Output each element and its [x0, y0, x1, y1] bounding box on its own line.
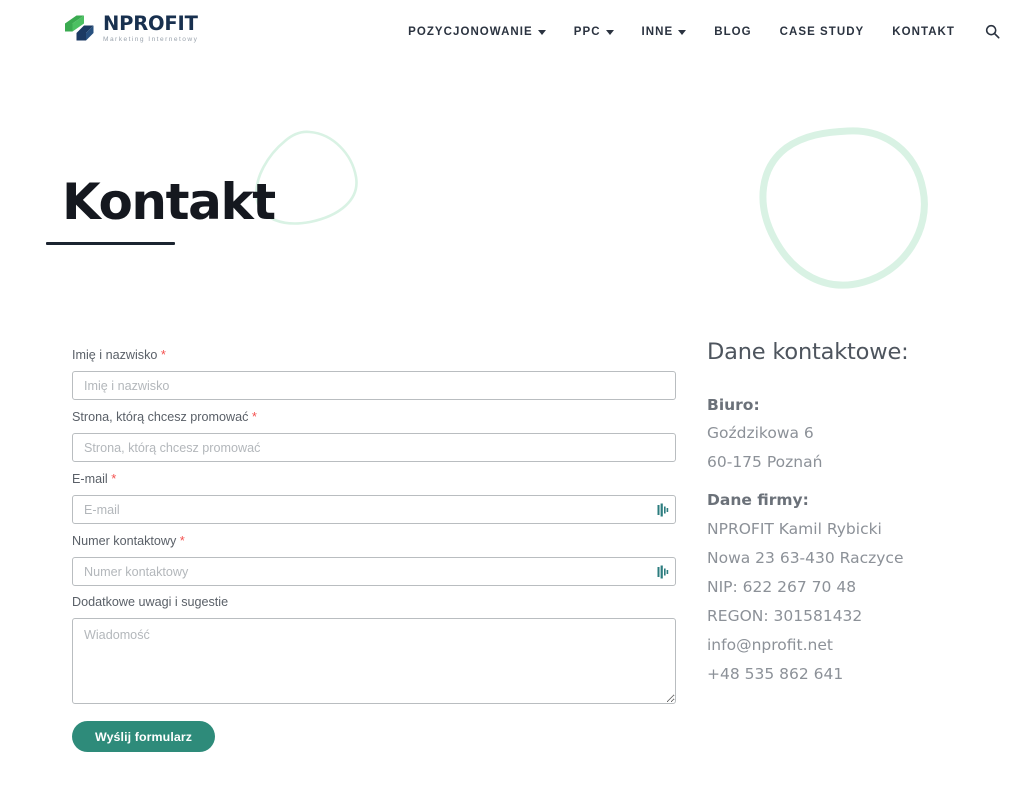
- nav-item-kontakt[interactable]: KONTAKT: [878, 26, 969, 38]
- label-text: Strona, którą chcesz promować: [72, 410, 248, 424]
- company-name-line: NPROFIT Kamil Rybicki: [707, 515, 1007, 544]
- chevron-down-icon: [606, 30, 614, 35]
- chevron-down-icon: [678, 30, 686, 35]
- autofill-icon[interactable]: [657, 503, 669, 517]
- field-numer-kontaktowy: Numer kontaktowy *: [72, 532, 676, 586]
- nav-item-inne[interactable]: INNE: [628, 26, 701, 38]
- field-imie-i-nazwisko: Imię i nazwisko *: [72, 346, 676, 400]
- field-email: E-mail *: [72, 470, 676, 524]
- input-wrapper: [72, 557, 676, 586]
- label-text: E-mail: [72, 472, 108, 486]
- field-strona-promowac: Strona, którą chcesz promować *: [72, 408, 676, 462]
- company-address-line: Nowa 23 63-430 Raczyce: [707, 544, 1007, 573]
- chevron-down-icon: [538, 30, 546, 35]
- logo-tagline: Marketing Internetowy: [103, 36, 198, 44]
- field-label: Numer kontaktowy *: [72, 532, 676, 550]
- input-wrapper: [72, 433, 676, 462]
- email-input[interactable]: [72, 495, 676, 524]
- input-wrapper: [72, 371, 676, 400]
- field-label: Dodatkowe uwagi i sugestie: [72, 594, 676, 611]
- nprofit-logo-icon: [62, 14, 96, 44]
- page-title: Kontakt: [62, 177, 275, 227]
- nav-label: POZYCJONOWANIE: [408, 26, 533, 38]
- required-asterisk: *: [111, 471, 116, 486]
- office-address-line: 60-175 Poznań: [707, 448, 1007, 477]
- field-label: E-mail *: [72, 470, 676, 488]
- website-input[interactable]: [72, 433, 676, 462]
- title-underline-rule: [46, 242, 175, 245]
- phone-input[interactable]: [72, 557, 676, 586]
- spacer: [707, 477, 1007, 489]
- nav-label: BLOG: [714, 26, 751, 38]
- label-text: Dodatkowe uwagi i sugestie: [72, 595, 228, 609]
- company-nip-line: NIP: 622 267 70 48: [707, 573, 1007, 602]
- company-phone-line[interactable]: +48 535 862 641: [707, 660, 1007, 689]
- search-icon: [985, 24, 1000, 39]
- required-asterisk: *: [161, 347, 166, 362]
- site-logo[interactable]: NPROFIT Marketing Internetowy: [62, 14, 198, 44]
- contact-details-title: Dane kontaktowe:: [707, 338, 1007, 366]
- input-wrapper: [72, 495, 676, 524]
- field-label: Imię i nazwisko *: [72, 346, 676, 364]
- field-dodatkowe-uwagi: Dodatkowe uwagi i sugestie: [72, 594, 676, 704]
- nav-item-ppc[interactable]: PPC: [560, 26, 628, 38]
- required-asterisk: *: [180, 533, 185, 548]
- message-textarea[interactable]: [72, 618, 676, 704]
- contact-page: NPROFIT Marketing Internetowy POZYCJONOW…: [0, 0, 1024, 793]
- decorative-blob-large: [752, 124, 950, 294]
- search-button[interactable]: [969, 24, 1010, 39]
- nav-label: KONTAKT: [892, 26, 955, 38]
- company-email-line[interactable]: info@nprofit.net: [707, 631, 1007, 660]
- nav-item-case-study[interactable]: CASE STUDY: [766, 26, 879, 38]
- nav-label: INNE: [642, 26, 674, 38]
- required-asterisk: *: [252, 409, 257, 424]
- logo-text: NPROFIT Marketing Internetowy: [103, 14, 198, 44]
- label-text: Imię i nazwisko: [72, 348, 157, 362]
- site-header: NPROFIT Marketing Internetowy POZYCJONOW…: [0, 0, 1024, 68]
- nav-label: CASE STUDY: [780, 26, 865, 38]
- office-heading: Biuro:: [707, 394, 1007, 417]
- autofill-icon[interactable]: [657, 565, 669, 579]
- contact-form: Imię i nazwisko * Strona, którą chcesz p…: [72, 346, 676, 752]
- nav-item-pozycjonowanie[interactable]: POZYCJONOWANIE: [394, 26, 560, 38]
- company-heading: Dane firmy:: [707, 489, 1007, 512]
- submit-button[interactable]: Wyślij formularz: [72, 721, 215, 752]
- office-address-line: Goździkowa 6: [707, 419, 1007, 448]
- nav-label: PPC: [574, 26, 601, 38]
- company-regon-line: REGON: 301581432: [707, 602, 1007, 631]
- main-navigation: POZYCJONOWANIE PPC INNE BLOG CASE STUDY …: [394, 24, 1010, 39]
- name-input[interactable]: [72, 371, 676, 400]
- nav-item-blog[interactable]: BLOG: [700, 26, 765, 38]
- field-label: Strona, którą chcesz promować *: [72, 408, 676, 426]
- label-text: Numer kontaktowy: [72, 534, 176, 548]
- contact-details-panel: Dane kontaktowe: Biuro: Goździkowa 6 60-…: [707, 338, 1007, 689]
- logo-wordmark: NPROFIT: [103, 14, 198, 34]
